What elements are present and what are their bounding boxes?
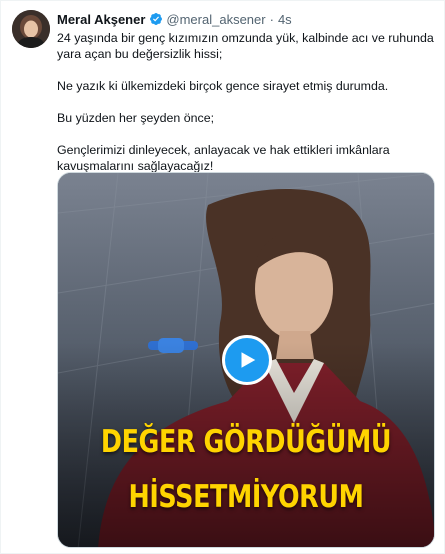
play-button[interactable] [222, 335, 272, 385]
play-icon [241, 352, 256, 368]
tweet-paragraph-3: Bu yüzden her şeyden önce; [57, 111, 215, 125]
tweet-header: Meral Akşener @meral_aksener · 4s [57, 10, 292, 28]
tweet-timestamp[interactable]: 4s [278, 12, 292, 27]
verified-badge-icon [149, 12, 163, 26]
tweet-text: 24 yaşında bir genç kızımızın omzunda yü… [57, 30, 437, 174]
tweet-card[interactable]: Meral Akşener @meral_aksener · 4s 24 yaş… [0, 0, 445, 554]
avatar-image [12, 10, 50, 48]
video-player[interactable]: DEĞER GÖRDÜĞÜMÜ HİSSETMİYORUM [57, 172, 435, 548]
tweet-paragraph-1: 24 yaşında bir genç kızımızın omzunda yü… [57, 31, 434, 61]
video-caption-line-2: HİSSETMİYORUM [128, 479, 364, 515]
tweet-paragraph-2: Ne yazık ki ülkemizdeki birçok gence sir… [57, 79, 389, 93]
tweet-paragraph-4: Gençlerimizi dinleyecek, anlayacak ve ha… [57, 143, 390, 173]
separator-dot: · [269, 11, 274, 27]
avatar[interactable] [12, 10, 50, 48]
video-caption-line-1: DEĞER GÖRDÜĞÜMÜ [100, 424, 392, 460]
author-name[interactable]: Meral Akşener [57, 12, 145, 27]
author-handle[interactable]: @meral_aksener [166, 12, 265, 27]
